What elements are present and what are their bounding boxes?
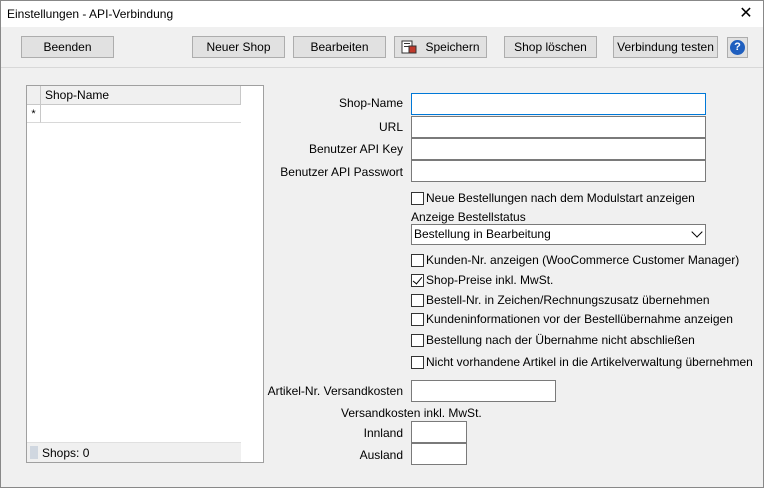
kunden-nr-box[interactable]: [411, 254, 424, 267]
chevron-down-icon[interactable]: [691, 226, 703, 238]
neuer-shop-button[interactable]: Neuer Shop: [192, 36, 285, 58]
grid-footer-marker: [30, 446, 38, 459]
ausland-input[interactable]: [411, 443, 467, 465]
verbindung-testen-button[interactable]: Verbindung testen: [613, 36, 718, 58]
kundeninfo-label: Kundeninformationen vor der Bestellübern…: [426, 312, 733, 326]
close-icon[interactable]: ✕: [735, 4, 757, 24]
grid-new-row-marker: *: [27, 105, 41, 123]
neue-bestellungen-box[interactable]: [411, 192, 424, 205]
speichern-label: Speichern: [425, 40, 480, 54]
grid-footer: Shops: 0: [27, 442, 241, 462]
nicht-vorhandene-box[interactable]: [411, 356, 424, 369]
nicht-abschliessen-box[interactable]: [411, 334, 424, 347]
bestell-nr-box[interactable]: [411, 294, 424, 307]
shop-preise-box[interactable]: [411, 274, 424, 287]
shop-grid[interactable]: Shop-Name * Shops: 0: [26, 85, 264, 463]
bestellstatus-value: Bestellung in Bearbeitung: [414, 227, 551, 241]
kundeninfo-box[interactable]: [411, 313, 424, 326]
nicht-vorhandene-label: Nicht vorhandene Artikel in die Artikelv…: [426, 355, 753, 369]
help-button[interactable]: ?: [727, 37, 748, 58]
grid-corner: [27, 86, 41, 105]
url-input[interactable]: [411, 116, 706, 138]
shop-name-input[interactable]: [411, 93, 706, 115]
bestellstatus-select[interactable]: Bestellung in Bearbeitung: [411, 224, 706, 245]
shop-loeschen-button[interactable]: Shop löschen: [504, 36, 597, 58]
kunden-nr-label: Kunden-Nr. anzeigen (WooCommerce Custome…: [426, 253, 740, 267]
shop-count: Shops: 0: [42, 446, 90, 460]
bearbeiten-button[interactable]: Bearbeiten: [293, 36, 386, 58]
versandkosten-header: Versandkosten inkl. MwSt.: [341, 406, 482, 420]
shop-name-label: Shop-Name: [338, 96, 403, 110]
artikel-nr-versandkosten-input[interactable]: [411, 380, 556, 402]
anzeige-bestellstatus-label: Anzeige Bestellstatus: [411, 210, 526, 224]
api-password-input[interactable]: [411, 160, 706, 182]
artikel-nr-versandkosten-label: Artikel-Nr. Versandkosten: [267, 384, 403, 398]
speichern-button[interactable]: Speichern: [394, 36, 487, 58]
window-title: Einstellungen - API-Verbindung: [7, 7, 174, 21]
title-bar: Einstellungen - API-Verbindung ✕: [1, 1, 763, 27]
grid-column-header[interactable]: Shop-Name: [41, 86, 241, 105]
help-icon: ?: [730, 40, 745, 55]
neue-bestellungen-label: Neue Bestellungen nach dem Modulstart an…: [426, 191, 695, 205]
beenden-button[interactable]: Beenden: [21, 36, 114, 58]
inland-label: Innland: [363, 426, 403, 440]
shop-preise-label: Shop-Preise inkl. MwSt.: [426, 273, 554, 287]
ausland-label: Ausland: [359, 448, 403, 462]
api-password-label: Benutzer API Passwort: [280, 165, 403, 179]
save-icon: [401, 40, 417, 54]
grid-new-row-cell[interactable]: [41, 105, 241, 123]
api-key-input[interactable]: [411, 138, 706, 160]
api-key-label: Benutzer API Key: [308, 142, 403, 156]
bestell-nr-label: Bestell-Nr. in Zeichen/Rechnungszusatz ü…: [426, 293, 710, 307]
toolbar-divider: [1, 67, 763, 68]
settings-window: Einstellungen - API-Verbindung ✕ Beenden…: [0, 0, 764, 488]
nicht-abschliessen-label: Bestellung nach der Übernahme nicht absc…: [426, 333, 695, 347]
inland-input[interactable]: [411, 421, 467, 443]
url-label: URL: [378, 120, 403, 134]
